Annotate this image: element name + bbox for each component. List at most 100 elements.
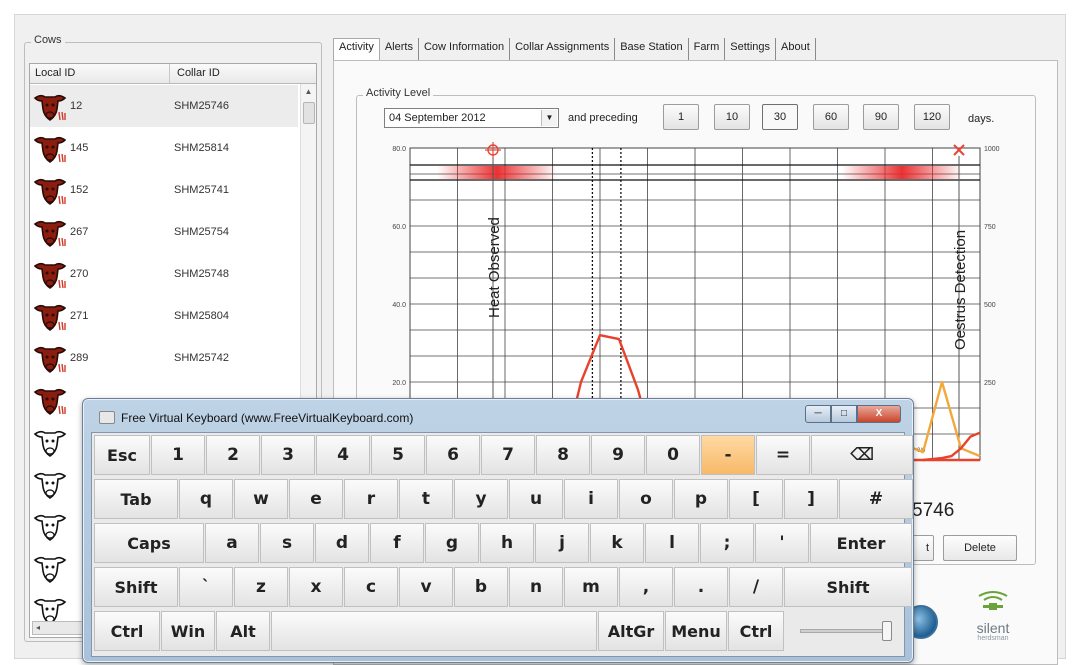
key-enter[interactable]: Enter: [810, 523, 912, 563]
key-0[interactable]: 0: [646, 435, 700, 475]
key-q[interactable]: q: [179, 479, 233, 519]
tab-about[interactable]: About: [776, 38, 816, 60]
key-space[interactable]: [271, 611, 597, 651]
close-button[interactable]: X: [857, 405, 901, 423]
key-p[interactable]: p: [674, 479, 728, 519]
key-esc[interactable]: Esc: [94, 435, 150, 475]
key-r[interactable]: r: [344, 479, 398, 519]
key-][interactable]: ]: [784, 479, 838, 519]
key-a[interactable]: a: [205, 523, 259, 563]
key-shift[interactable]: Shift: [94, 567, 178, 607]
tab-farm[interactable]: Farm: [689, 38, 726, 60]
key-x[interactable]: x: [289, 567, 343, 607]
cow-icon: [32, 172, 68, 208]
key-z[interactable]: z: [234, 567, 288, 607]
key-l[interactable]: l: [645, 523, 699, 563]
date-select[interactable]: 04 September 2012 ▼: [384, 108, 559, 128]
key-d[interactable]: d: [315, 523, 369, 563]
days-60-button[interactable]: 60: [813, 104, 849, 130]
key-,[interactable]: ,: [619, 567, 673, 607]
key-5[interactable]: 5: [371, 435, 425, 475]
key-n[interactable]: n: [509, 567, 563, 607]
key-v[interactable]: v: [399, 567, 453, 607]
key-tab[interactable]: Tab: [94, 479, 178, 519]
key-.[interactable]: .: [674, 567, 728, 607]
key-backspace[interactable]: ⌫: [811, 435, 913, 475]
key-4[interactable]: 4: [316, 435, 370, 475]
cows-group-title: Cows: [31, 34, 65, 46]
key-b[interactable]: b: [454, 567, 508, 607]
cow-icon: [32, 340, 68, 376]
cow-row[interactable]: 289 SHM25742: [30, 337, 298, 379]
cow-row[interactable]: 145 SHM25814: [30, 127, 298, 169]
tab-base-station[interactable]: Base Station: [615, 38, 689, 60]
key-2[interactable]: 2: [206, 435, 260, 475]
key-altgr[interactable]: AltGr: [598, 611, 664, 651]
key-7[interactable]: 7: [481, 435, 535, 475]
key-k[interactable]: k: [590, 523, 644, 563]
cow-row[interactable]: 12 SHM25746: [30, 85, 298, 127]
key-w[interactable]: w: [234, 479, 288, 519]
opacity-slider[interactable]: [800, 621, 892, 641]
key-6[interactable]: 6: [426, 435, 480, 475]
cow-row[interactable]: 152 SHM25741: [30, 169, 298, 211]
key-ctrl[interactable]: Ctrl: [728, 611, 784, 651]
virtual-keyboard-keys: Esc 1 2 3 4 5 6 7 8 9 0- = ⌫ Tab q w e r t y u i o p[] # Caps a s d f…: [91, 432, 913, 657]
opacity-slider-thumb[interactable]: [882, 621, 892, 641]
days-120-button[interactable]: 120: [914, 104, 950, 130]
key-f[interactable]: f: [370, 523, 424, 563]
key-1[interactable]: 1: [151, 435, 205, 475]
key-#[interactable]: #: [839, 479, 913, 519]
key-g[interactable]: g: [425, 523, 479, 563]
key-e[interactable]: e: [289, 479, 343, 519]
tab-alerts[interactable]: Alerts: [380, 38, 419, 60]
key-win[interactable]: Win: [161, 611, 215, 651]
key-j[interactable]: j: [535, 523, 589, 563]
key-caps[interactable]: Caps: [94, 523, 204, 563]
days-10-button[interactable]: 10: [714, 104, 750, 130]
key-i[interactable]: i: [564, 479, 618, 519]
tab-collar-assignments[interactable]: Collar Assignments: [510, 38, 616, 60]
key-[[interactable]: [: [729, 479, 783, 519]
key-h[interactable]: h: [480, 523, 534, 563]
days-30-button[interactable]: 30: [762, 104, 798, 130]
key-/[interactable]: /: [729, 567, 783, 607]
scroll-up-icon[interactable]: ▲: [301, 84, 316, 100]
column-header-collar-id[interactable]: Collar ID: [170, 64, 300, 83]
tab-settings[interactable]: Settings: [725, 38, 777, 60]
key-y[interactable]: y: [454, 479, 508, 519]
key-ctrl[interactable]: Ctrl: [94, 611, 160, 651]
virtual-keyboard-window[interactable]: Free Virtual Keyboard (www.FreeVirtualKe…: [82, 398, 914, 663]
key-8[interactable]: 8: [536, 435, 590, 475]
chevron-down-icon[interactable]: ▼: [541, 110, 557, 126]
cow-row[interactable]: 270 SHM25748: [30, 253, 298, 295]
cow-row[interactable]: 271 SHM25804: [30, 295, 298, 337]
minimize-button[interactable]: ─: [805, 405, 831, 423]
key-menu[interactable]: Menu: [665, 611, 727, 651]
tab-cow-information[interactable]: Cow Information: [419, 38, 511, 60]
scrollbar-thumb[interactable]: [303, 102, 315, 124]
key-alt[interactable]: Alt: [216, 611, 270, 651]
key-m[interactable]: m: [564, 567, 618, 607]
key-'[interactable]: ': [755, 523, 809, 563]
key-o[interactable]: o: [619, 479, 673, 519]
key-9[interactable]: 9: [591, 435, 645, 475]
virtual-keyboard-titlebar[interactable]: Free Virtual Keyboard (www.FreeVirtualKe…: [91, 405, 905, 429]
days-1-button[interactable]: 1: [663, 104, 699, 130]
days-90-button[interactable]: 90: [863, 104, 899, 130]
key--[interactable]: -: [701, 435, 755, 475]
key-=[interactable]: =: [756, 435, 810, 475]
key-shift[interactable]: Shift: [784, 567, 912, 607]
cow-row[interactable]: 267 SHM25754: [30, 211, 298, 253]
key-`[interactable]: `: [179, 567, 233, 607]
delete-button[interactable]: Delete: [943, 535, 1017, 561]
key-t[interactable]: t: [399, 479, 453, 519]
column-header-local-id[interactable]: Local ID: [30, 64, 170, 83]
key-s[interactable]: s: [260, 523, 314, 563]
key-u[interactable]: u: [509, 479, 563, 519]
key-;[interactable]: ;: [700, 523, 754, 563]
key-3[interactable]: 3: [261, 435, 315, 475]
tab-activity[interactable]: Activity: [333, 38, 380, 60]
maximize-button[interactable]: □: [831, 405, 857, 423]
key-c[interactable]: c: [344, 567, 398, 607]
